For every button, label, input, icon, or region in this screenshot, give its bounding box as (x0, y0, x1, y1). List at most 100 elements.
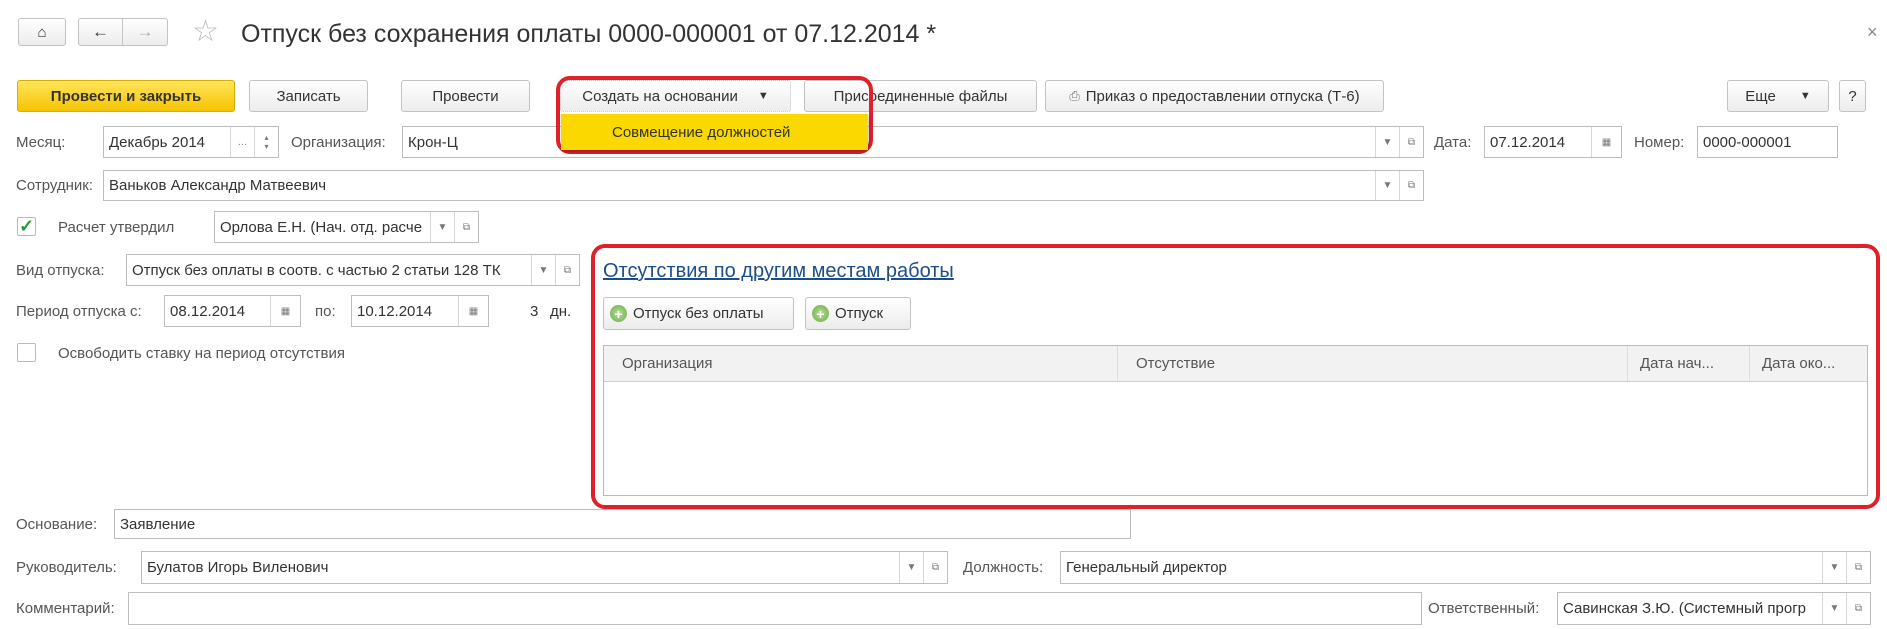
date-label: Дата: (1434, 133, 1472, 151)
back-button[interactable]: ← (78, 18, 123, 46)
add-leave-button[interactable]: + Отпуск (805, 297, 911, 330)
calendar-icon[interactable]: ▦ (1591, 127, 1621, 157)
chevron-down-icon[interactable]: ▼ (531, 255, 555, 285)
spin-icon[interactable]: ▴ ▾ (254, 127, 278, 157)
employee-label: Сотрудник: (16, 177, 94, 194)
column-start-date[interactable]: Дата нач... (1628, 346, 1750, 381)
open-icon[interactable]: ⧉ (1399, 127, 1423, 157)
help-button[interactable]: ? (1839, 80, 1866, 112)
post-button[interactable]: Провести (401, 80, 530, 112)
month-field[interactable]: Декабрь 2014 … ▴ ▾ (103, 126, 279, 158)
employee-field[interactable]: Ваньков Александр Матвеевич ▼ ⧉ (103, 170, 1424, 201)
absences-title-link[interactable]: Отсутствия по другим местам работы (603, 260, 954, 283)
month-value: Декабрь 2014 (109, 133, 206, 151)
attached-files-button[interactable]: Присоединенные файлы (804, 80, 1037, 112)
comment-label: Комментарий: (16, 600, 115, 617)
responsible-value: Савинская З.Ю. (Системный прогр (1563, 600, 1807, 617)
period-label: Период отпуска с: (16, 302, 142, 320)
responsible-field[interactable]: Савинская З.Ю. (Системный прогр ▼ ⧉ (1557, 592, 1871, 625)
approved-by-value: Орлова Е.Н. (Нач. отд. расче (220, 218, 423, 236)
org-value: Крон-Ц (408, 133, 458, 151)
leave-type-label: Вид отпуска: (16, 261, 105, 279)
date-value: 07.12.2014 (1490, 133, 1566, 151)
page-title: Отпуск без сохранения оплаты 0000-000001… (241, 20, 937, 48)
chevron-down-icon[interactable]: ▼ (430, 212, 454, 242)
chevron-down-icon[interactable]: ▼ (1822, 552, 1846, 583)
column-organization[interactable]: Организация (604, 346, 1118, 381)
create-based-on-label: Создать на основании (582, 87, 738, 105)
approved-checkbox[interactable]: ✓ (17, 216, 36, 236)
create-based-on-button[interactable]: Создать на основании ▼ (560, 80, 791, 112)
period-to-field[interactable]: 10.12.2014 ▦ (351, 295, 489, 327)
more-label: Еще (1745, 87, 1776, 105)
approved-label: Расчет утвердил (58, 218, 175, 236)
position-field[interactable]: Генеральный директор ▼ ⧉ (1060, 551, 1871, 584)
org-field[interactable]: Крон-Ц ▼ ⧉ (402, 126, 1424, 158)
period-to-label: по: (315, 302, 336, 320)
chevron-down-icon[interactable]: ▼ (1375, 171, 1399, 200)
open-icon[interactable]: ⧉ (1846, 552, 1870, 583)
chevron-down-icon: ▼ (757, 90, 769, 102)
employee-value: Ваньков Александр Матвеевич (109, 177, 327, 194)
menu-item-combination-of-positions[interactable]: Совмещение должностей (612, 124, 790, 141)
save-button[interactable]: Записать (249, 80, 368, 112)
chevron-down-icon[interactable]: ▼ (899, 552, 923, 583)
plus-icon: + (812, 305, 829, 322)
release-rate-label: Освободить ставку на период отсутствия (58, 344, 345, 362)
comment-value (129, 593, 1421, 624)
chevron-down-icon[interactable]: ▼ (1375, 127, 1399, 157)
date-field[interactable]: 07.12.2014 ▦ (1484, 126, 1622, 158)
open-icon[interactable]: ⧉ (923, 552, 947, 583)
period-from-value: 08.12.2014 (170, 302, 246, 320)
leave-type-field[interactable]: Отпуск без оплаты в соотв. с частью 2 ст… (126, 254, 580, 286)
month-label: Месяц: (16, 133, 66, 151)
basis-label: Основание: (16, 515, 98, 533)
position-value: Генеральный директор (1066, 559, 1227, 576)
days-unit: дн. (550, 302, 572, 320)
period-from-field[interactable]: 08.12.2014 ▦ (164, 295, 301, 327)
number-field[interactable]: 0000-000001 (1697, 126, 1838, 158)
chevron-down-icon: ▼ (1799, 90, 1811, 102)
chevron-down-icon[interactable]: ▼ (1822, 593, 1846, 624)
absences-table[interactable]: Организация Отсутствие Дата нач... Дата … (603, 345, 1868, 496)
basis-field[interactable]: Заявление (114, 509, 1131, 539)
plus-icon: + (610, 305, 627, 322)
forward-button[interactable]: → (122, 18, 168, 46)
open-icon[interactable]: ⧉ (1399, 171, 1423, 200)
comment-field[interactable] (128, 592, 1422, 625)
create-based-dropdown: Совмещение должностей (561, 114, 868, 150)
number-label: Номер: (1634, 133, 1685, 151)
calendar-icon[interactable]: ▦ (458, 296, 488, 326)
position-label: Должность: (963, 559, 1044, 576)
manager-label: Руководитель: (16, 559, 117, 576)
arrow-left-icon: ← (92, 22, 109, 41)
close-button[interactable]: × (1867, 22, 1878, 43)
column-end-date[interactable]: Дата око... (1750, 346, 1868, 381)
open-icon[interactable]: ⧉ (555, 255, 579, 285)
calendar-icon[interactable]: ▦ (270, 296, 300, 326)
manager-value: Булатов Игорь Виленович (147, 559, 329, 576)
post-and-close-button[interactable]: Провести и закрыть (17, 80, 235, 112)
star-icon[interactable]: ☆ (192, 14, 219, 49)
ellipsis-icon[interactable]: … (230, 127, 254, 157)
table-header: Организация Отсутствие Дата нач... Дата … (604, 346, 1867, 382)
add-leave-label: Отпуск (835, 305, 884, 322)
org-label: Организация: (291, 133, 386, 151)
print-order-button[interactable]: ⎙ Приказ о предоставлении отпуска (Т-6) (1045, 80, 1384, 112)
manager-field[interactable]: Булатов Игорь Виленович ▼ ⧉ (141, 551, 948, 584)
print-order-label: Приказ о предоставлении отпуска (Т-6) (1085, 87, 1360, 105)
home-icon: ⌂ (37, 23, 47, 41)
open-icon[interactable]: ⧉ (1846, 593, 1870, 624)
open-icon[interactable]: ⧉ (454, 212, 478, 242)
more-button[interactable]: Еще ▼ (1727, 80, 1829, 112)
number-value: 0000-000001 (1703, 133, 1792, 151)
release-rate-checkbox[interactable] (17, 343, 36, 362)
leave-type-value: Отпуск без оплаты в соотв. с частью 2 ст… (132, 261, 501, 279)
column-absence[interactable]: Отсутствие (1118, 346, 1628, 381)
approved-by-field[interactable]: Орлова Е.Н. (Нач. отд. расче ▼ ⧉ (214, 211, 479, 243)
period-to-value: 10.12.2014 (357, 302, 433, 320)
printer-icon: ⎙ (1069, 88, 1080, 103)
add-unpaid-leave-button[interactable]: + Отпуск без оплаты (603, 297, 794, 330)
add-unpaid-label: Отпуск без оплаты (633, 305, 764, 322)
home-button[interactable]: ⌂ (18, 18, 66, 46)
